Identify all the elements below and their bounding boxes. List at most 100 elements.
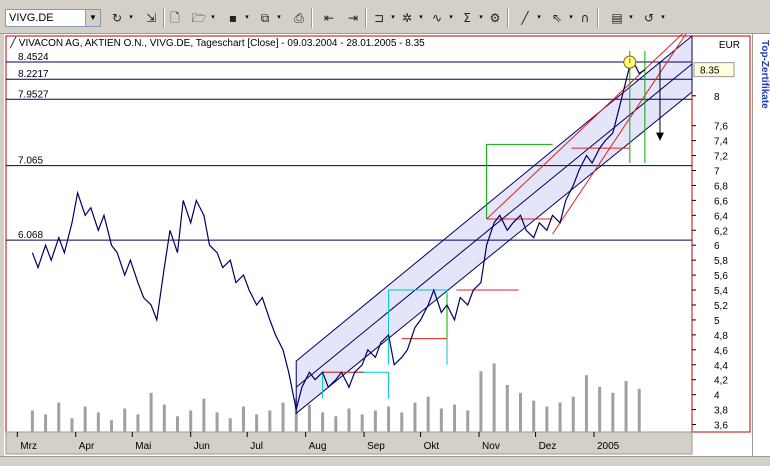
level-label: 8.4524 <box>18 52 49 63</box>
price-chart[interactable]: 3,6 3,8 4 4,2 4,4 4,6 4,8 5 5,2 5,4 5,6 5,8 6 6,2 6,4 6… <box>4 34 752 456</box>
y-tick-label: 7,4 <box>714 137 728 148</box>
dropdown-arrow-icon[interactable]: ▾ <box>389 11 397 23</box>
volume-bar <box>189 410 193 432</box>
save-icon[interactable]: ▪ <box>224 9 242 27</box>
dropdown-arrow-icon[interactable]: ▾ <box>127 11 135 23</box>
x-tick-label: Jul <box>250 441 263 452</box>
reload-icon[interactable]: ↺ <box>640 9 658 27</box>
y-tick-label: 7,2 <box>714 152 728 163</box>
volume-bar <box>123 408 127 432</box>
y-tick-label: 5 <box>714 316 720 327</box>
dropdown-arrow-icon[interactable]: ▾ <box>243 11 251 23</box>
volume-bar <box>241 406 245 432</box>
symbol-combo[interactable]: VIVG.DE ▼ <box>5 9 101 27</box>
dropdown-arrow-icon[interactable]: ▾ <box>567 11 575 23</box>
open-folder-icon[interactable]: 🗁 <box>190 9 208 27</box>
volume-bar <box>228 418 232 432</box>
toolbar-separator <box>163 8 165 28</box>
volume-bar <box>83 406 87 432</box>
volume-bar <box>307 404 311 432</box>
y-tick-label: 4 <box>714 391 720 402</box>
chart-back-icon[interactable]: ⇤ <box>320 9 338 27</box>
volume-bar <box>400 412 404 432</box>
export-icon[interactable]: ⇲ <box>142 9 160 27</box>
volume-bar <box>347 408 351 432</box>
y-tick-label: 7,6 <box>714 122 728 133</box>
chart-area[interactable]: 3,6 3,8 4 4,2 4,4 4,6 4,8 5 5,2 5,4 5,6 5,8 6 6,2 6,4 6… <box>4 34 752 466</box>
volume-bar <box>598 386 602 432</box>
dropdown-arrow-icon[interactable]: ▾ <box>535 11 543 23</box>
volume-bar <box>413 402 417 432</box>
y-tick-label: 6,6 <box>714 196 728 207</box>
curve-icon[interactable]: ∿ <box>428 9 446 27</box>
volume-bar <box>176 416 179 432</box>
x-tick-label: 2005 <box>597 441 620 452</box>
cursor-icon[interactable]: ⇖ <box>548 9 566 27</box>
y-tick-label: 3,8 <box>714 406 728 417</box>
volume-bar <box>110 420 114 432</box>
y-tick-label: 5,4 <box>714 286 728 297</box>
volume-bar <box>149 392 153 432</box>
study-icon[interactable]: ✲ <box>398 9 416 27</box>
copy-icon[interactable]: ⧉ <box>256 9 274 27</box>
side-tab-label[interactable]: Top-Zertifikate <box>752 34 770 109</box>
volume-bar <box>387 406 391 432</box>
volume-bar <box>215 412 219 432</box>
dropdown-arrow-icon[interactable]: ▾ <box>627 11 635 23</box>
x-tick-label: Jun <box>194 441 210 452</box>
volume-bar <box>466 410 470 432</box>
dropdown-arrow-icon[interactable]: ▾ <box>417 11 425 23</box>
volume-bar <box>162 404 166 432</box>
y-tick-label: 3,6 <box>714 421 728 432</box>
y-tick-label: 6,2 <box>714 226 728 237</box>
volume-bar <box>624 381 628 432</box>
volume-bar <box>545 406 549 432</box>
toolbar: VIVG.DE ▼ ↻ ▾ ⇲ 🗋 🗁 ▾ ▪ ▾ ⧉ ▾ ⎙ ⇤ ⇥ ⊐ ▾ ✲ ▾ ∿ ▾ Σ ▾ ⚙ ╱ ▾ ⇖ ▾ ∩ ▤ ▾ ↺… <box>0 0 770 34</box>
volume-bar <box>70 418 74 432</box>
line-tool-icon[interactable]: ╱ <box>516 9 534 27</box>
volume-bar <box>321 412 325 432</box>
dropdown-arrow-icon[interactable]: ▾ <box>477 11 485 23</box>
volume-bar <box>360 414 364 432</box>
volume-bar <box>505 384 509 432</box>
symbol-input[interactable]: VIVG.DE <box>9 12 54 24</box>
volume-bar <box>136 414 140 432</box>
level-label: 6.068 <box>18 230 43 241</box>
dropdown-arrow-icon[interactable]: ▾ <box>275 11 283 23</box>
toolbar-separator <box>597 8 599 28</box>
settings-icon[interactable]: ⚙ <box>486 9 504 27</box>
x-tick-label: Mai <box>135 441 151 452</box>
volume-bar <box>611 392 615 432</box>
properties-icon[interactable]: ▤ <box>608 9 626 27</box>
x-tick-label: Sep <box>367 441 385 452</box>
volume-bar <box>373 410 377 432</box>
x-tick-label: Mrz <box>20 441 37 452</box>
magnet-icon[interactable]: ∩ <box>576 9 594 27</box>
volume-bar <box>637 388 641 432</box>
print-icon[interactable]: ⎙ <box>290 9 308 27</box>
x-tick-label: Dez <box>539 441 557 452</box>
volume-bar <box>202 398 206 432</box>
volume-bar <box>453 404 457 432</box>
y-tick-label: 6,4 <box>714 211 728 222</box>
chevron-down-icon[interactable]: ▼ <box>85 10 100 26</box>
new-doc-icon[interactable]: 🗋 <box>166 9 184 27</box>
sum-icon[interactable]: Σ <box>458 9 476 27</box>
dropdown-arrow-icon[interactable]: ▾ <box>447 11 455 23</box>
volume-bar <box>519 392 522 432</box>
refresh-icon[interactable]: ↻ <box>108 9 126 27</box>
volume-bar <box>281 402 285 432</box>
dropdown-arrow-icon[interactable]: ▾ <box>659 11 667 23</box>
indicator-icon[interactable]: ⊐ <box>370 9 388 27</box>
chart-forward-icon[interactable]: ⇥ <box>344 9 362 27</box>
volume-bar <box>571 396 575 432</box>
y-tick-label: 4,2 <box>714 376 728 387</box>
y-tick-label: 5,6 <box>714 271 728 282</box>
volume-bar <box>268 410 272 432</box>
x-tick-label: Nov <box>482 441 500 452</box>
volume-bar <box>44 414 48 432</box>
last-value-label: 8.35 <box>700 66 720 77</box>
x-tick-label: Okt <box>424 441 440 452</box>
dropdown-arrow-icon[interactable]: ▾ <box>209 11 217 23</box>
y-tick-label: 4,6 <box>714 346 728 357</box>
